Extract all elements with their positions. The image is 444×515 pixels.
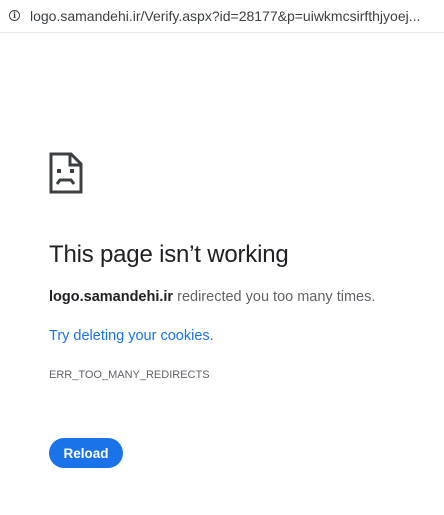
error-host: logo.samandehi.ir xyxy=(49,289,174,305)
error-description: logo.samandehi.ir redirected you too man… xyxy=(49,289,375,305)
sad-document-icon xyxy=(49,152,83,194)
page-title: This page isn’t working xyxy=(49,241,289,268)
error-message: redirected you too many times. xyxy=(177,289,376,305)
delete-cookies-link[interactable]: Try deleting your cookies. xyxy=(49,328,214,344)
reload-button[interactable]: Reload xyxy=(49,438,123,468)
address-bar[interactable]: i logo.samandehi.ir/Verify.aspx?id=28177… xyxy=(0,0,444,33)
url-text[interactable]: logo.samandehi.ir/Verify.aspx?id=28177&p… xyxy=(30,8,440,25)
info-icon[interactable]: i xyxy=(9,10,20,21)
error-code: ERR_TOO_MANY_REDIRECTS xyxy=(49,369,210,381)
